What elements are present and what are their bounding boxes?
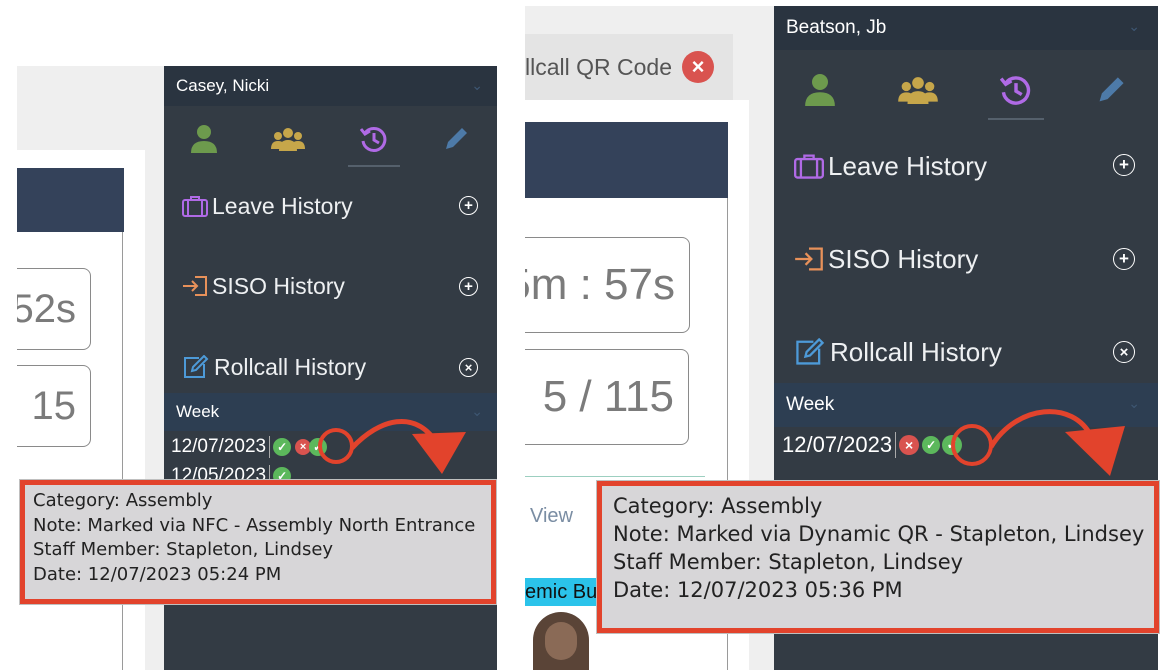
tooltip-date: Date: 12/07/2023 05:36 PM	[613, 578, 903, 602]
screenshot-composite: 52s 15 Casey, Nicki ⌄ Leave History + SI…	[0, 0, 1170, 670]
right-screenshot: llcall QR Code × 5m : 57s 5 / 115 View e…	[525, 0, 1170, 670]
tooltip-staff: Staff Member: Stapleton, Lindsey	[613, 550, 964, 574]
tooltip-category: Category: Assembly	[613, 494, 823, 518]
tooltip-category: Category: Assembly	[33, 490, 213, 511]
tooltip-date: Date: 12/07/2023 05:24 PM	[33, 563, 282, 585]
tooltip-note: Note: Marked via Dynamic QR - Stapleton,…	[613, 522, 1145, 546]
left-rollcall-tooltip: Category: Assembly Note: Marked via NFC …	[20, 480, 496, 604]
tooltip-note: Note: Marked via NFC - Assembly North En…	[33, 514, 476, 536]
tooltip-staff: Staff Member: Stapleton, Lindsey	[33, 539, 334, 560]
right-rollcall-tooltip: Category: Assembly Note: Marked via Dyna…	[597, 481, 1159, 633]
left-screenshot: 52s 15 Casey, Nicki ⌄ Leave History + SI…	[0, 0, 500, 670]
